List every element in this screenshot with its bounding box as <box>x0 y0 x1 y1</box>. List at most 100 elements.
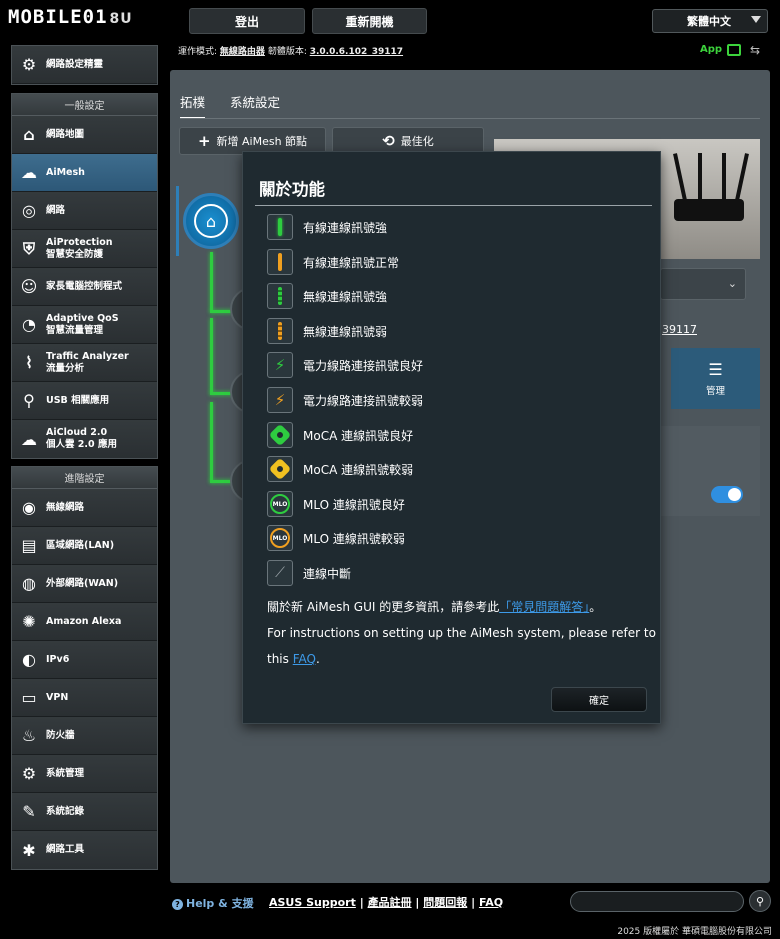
optimize-icon: ⟲ <box>382 132 395 150</box>
log-icon: ✎ <box>22 802 36 821</box>
legend-item: MoCA 連線訊號較弱 <box>267 455 413 483</box>
sidebar-item-quick-setup[interactable]: ⚙ 網路設定精靈 <box>12 46 157 84</box>
sidebar-item-lan[interactable]: ▤ 區域網路(LAN) <box>12 527 157 565</box>
router-antenna <box>673 153 687 201</box>
sidebar-item-network-tools[interactable]: ✱ 網路工具 <box>12 831 157 869</box>
sidebar-item-label: 外部網路(WAN) <box>46 577 119 589</box>
router-body <box>674 199 744 221</box>
legend-label: 連線中斷 <box>303 566 352 581</box>
sidebar-item-label: 網路工具 <box>46 844 85 855</box>
globe-icon: ◎ <box>22 201 36 220</box>
usb-status-icon[interactable]: ⇆ <box>750 43 760 57</box>
tab-system-settings[interactable]: 系統設定 <box>230 92 280 111</box>
legend-item: ⟋ 連線中斷 <box>267 559 351 587</box>
sidebar-item-label: 區域網路(LAN) <box>46 539 115 551</box>
sidebar-item-vpn[interactable]: ▭ VPN <box>12 679 157 717</box>
tab-topology[interactable]: 拓樸 <box>180 92 206 119</box>
mlo-good-icon: MLO <box>267 491 293 517</box>
legend-item: 有線連線訊號強 <box>267 213 387 241</box>
sidebar-item-system-log[interactable]: ✎ 系統記錄 <box>12 793 157 831</box>
manage-button[interactable]: ☰ 管理 <box>671 348 760 409</box>
network-status-icon[interactable] <box>727 44 741 56</box>
sidebar-item-aiprotection[interactable]: ⛨ AiProtection 智慧安全防護 <box>12 230 157 268</box>
sidebar-item-label: 系統管理 <box>46 767 85 779</box>
legend-label: MLO 連線訊號較弱 <box>303 531 405 546</box>
legend-label: 有線連線訊號正常 <box>303 255 400 270</box>
legend-item: ⚡ 電力線路連接訊號良好 <box>267 351 423 379</box>
plus-icon: + <box>197 132 211 150</box>
sidebar-item-usb[interactable]: ⚲ USB 相關應用 <box>12 382 157 420</box>
chevron-down-icon: ⌄ <box>727 277 737 290</box>
mlo-weak-icon: MLO <box>267 525 293 551</box>
ipv6-icon: ◐ <box>22 650 36 669</box>
faq-link-en[interactable]: FAQ <box>293 652 316 666</box>
sidebar-item-aimesh[interactable]: ☁ AiMesh <box>12 154 157 192</box>
sidebar-item-wireless[interactable]: ◉ 無線網路 <box>12 489 157 527</box>
wifi-icon: ◉ <box>22 498 36 517</box>
sidebar-item-wan[interactable]: ◍ 外部網路(WAN) <box>12 565 157 603</box>
family-icon: ☺ <box>20 277 38 296</box>
firmware-value[interactable]: 3.0.0.6.102_39117 <box>310 47 403 57</box>
logout-button[interactable]: 登出 <box>189 8 305 34</box>
toggle-knob <box>728 488 741 501</box>
faq-link-zh[interactable]: 「常見問題解答」 <box>499 600 589 614</box>
sidebar-item-adaptive-qos[interactable]: ◔ Adaptive QoS 智慧流量管理 <box>12 306 157 344</box>
wan-icon: ◍ <box>22 574 36 593</box>
sidebar-item-label: 網路設定精靈 <box>46 58 104 70</box>
node-select[interactable]: ⌄ <box>660 268 746 300</box>
help-icon: ? <box>172 899 183 910</box>
main-router-node[interactable]: ⌂ <box>183 193 239 249</box>
sidebar-item-network[interactable]: ◎ 網路 <box>12 192 157 230</box>
topology-selection-bar <box>176 186 179 256</box>
ok-button[interactable]: 確定 <box>551 687 647 712</box>
node-toggle[interactable] <box>711 486 743 503</box>
sidebar-item-administration[interactable]: ⚙ 系統管理 <box>12 755 157 793</box>
instructions-line: For instructions on setting up the AiMes… <box>267 626 656 640</box>
legend-label: MoCA 連線訊號良好 <box>303 428 414 443</box>
aimesh-icon: ☁ <box>21 163 37 182</box>
sidebar-item-label: AiMesh <box>46 166 85 178</box>
wired-normal-icon <box>267 249 293 275</box>
sidebar-item-firewall[interactable]: ♨ 防火牆 <box>12 717 157 755</box>
legend-item: 無線連線訊號強 <box>267 282 387 310</box>
add-node-label: 新增 AiMesh 節點 <box>216 135 308 148</box>
mode-label: 運作模式: <box>178 47 218 57</box>
legend-label: 有線連線訊號強 <box>303 220 388 235</box>
app-link[interactable]: App <box>700 44 722 55</box>
legend-item: 有線連線訊號正常 <box>267 248 399 276</box>
reboot-button[interactable]: 重新開機 <box>312 8 427 34</box>
wireless-strong-icon <box>267 283 293 309</box>
sidebar-item-label: VPN <box>46 691 69 703</box>
sidebar-item-network-map[interactable]: ⌂ 網路地圖 <box>12 116 157 154</box>
search-icon[interactable]: ⚲ <box>749 890 771 912</box>
product-registration-link[interactable]: 產品註冊 <box>368 896 412 909</box>
sidebar-item-ipv6[interactable]: ◐ IPv6 <box>12 641 157 679</box>
node-firmware-link[interactable]: 39117 <box>662 323 697 336</box>
vpn-icon: ▭ <box>21 688 37 707</box>
firmware-label: 韌體版本: <box>267 47 307 57</box>
legend-label: 電力線路連接訊號較弱 <box>303 393 424 408</box>
sidebar-item-aicloud[interactable]: ☁ AiCloud 2.0 個人雲 2.0 應用 <box>12 420 157 458</box>
wired-strong-icon <box>267 214 293 240</box>
advanced-settings-box: 進階設定 ◉ 無線網路 ▤ 區域網路(LAN) ◍ 外部網路(WAN) ✺ Amazon… <box>11 466 158 870</box>
asus-support-link[interactable]: ASUS Support <box>269 896 356 909</box>
sidebar-item-alexa[interactable]: ✺ Amazon Alexa <box>12 603 157 641</box>
sidebar-item-label: Traffic Analyzer 流量分析 <box>46 350 129 374</box>
sidebar-item-label: 系統記錄 <box>46 805 85 817</box>
router-antenna <box>698 153 702 201</box>
topology-link <box>210 402 213 482</box>
language-select[interactable]: 繁體中文 <box>652 9 768 33</box>
legend-item: MLO MLO 連線訊號較弱 <box>267 524 405 552</box>
footer-search-input[interactable] <box>570 891 744 912</box>
feedback-link[interactable]: 問題回報 <box>423 896 467 909</box>
sidebar-item-parental-control[interactable]: ☺ 家長電腦控制程式 <box>12 268 157 306</box>
help-support-link[interactable]: ? Help & 支援 <box>172 895 254 911</box>
topology-link <box>210 318 213 394</box>
sidebar-item-label: AiCloud 2.0 個人雲 2.0 應用 <box>46 427 117 450</box>
sidebar-item-label: IPv6 <box>46 653 70 665</box>
mode-value[interactable]: 無線路由器 <box>220 47 265 57</box>
faq-link[interactable]: FAQ <box>479 896 503 909</box>
sidebar-item-traffic-analyzer[interactable]: ⌇ Traffic Analyzer 流量分析 <box>12 344 157 382</box>
legend-item: MoCA 連線訊號良好 <box>267 421 413 449</box>
dialog-divider <box>255 205 652 206</box>
